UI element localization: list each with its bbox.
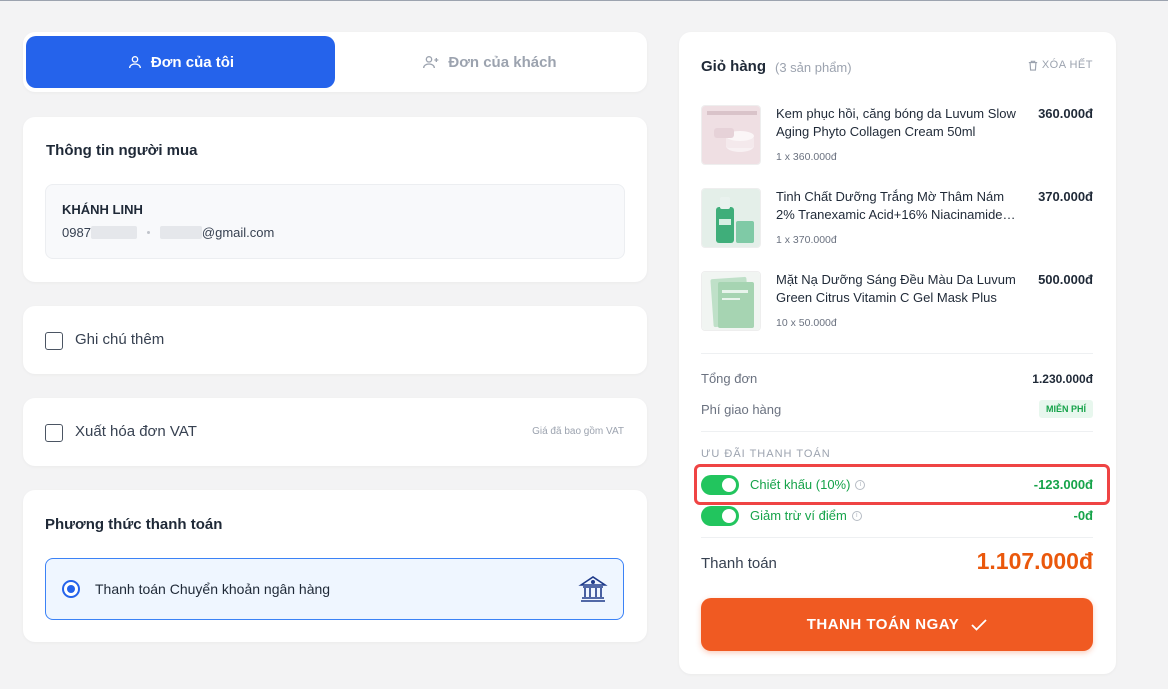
points-label-text: Giảm trừ ví điểm: [750, 508, 847, 523]
product-thumbnail: [701, 188, 761, 248]
cart-title: Giỏ hàng: [701, 58, 766, 75]
shipping-label: Phí giao hàng: [701, 402, 782, 417]
vat-card: Xuất hóa đơn VAT Giá đã bao gồm VAT: [23, 398, 647, 466]
buyer-info-card: Thông tin người mua KHÁNH LINH 0987 @gma…: [23, 117, 647, 282]
clear-all-button[interactable]: XÓA HẾT: [1028, 59, 1093, 71]
clear-all-label: XÓA HẾT: [1041, 59, 1093, 71]
payment-method-card: Phương thức thanh toán Thanh toán Chuyển…: [23, 490, 647, 642]
payment-option-label: Thanh toán Chuyển khoản ngân hàng: [95, 581, 331, 597]
divider: [701, 537, 1093, 538]
tab-my-order[interactable]: Đơn của tôi: [26, 36, 335, 88]
cart-panel: Giỏ hàng (3 sản phẩm) XÓA HẾT Kem phục h…: [679, 32, 1116, 674]
vat-checkbox[interactable]: [45, 424, 63, 442]
total-value: 1.107.000đ: [976, 548, 1093, 574]
checkout-button[interactable]: THANH TOÁN NGAY: [701, 598, 1093, 651]
buyer-details: KHÁNH LINH 0987 @gmail.com: [45, 184, 625, 259]
total-label: Thanh toán: [701, 555, 777, 572]
product-thumbnail: [701, 271, 761, 331]
cart-count: (3 sản phẩm): [775, 60, 852, 75]
cart-item-name: Mặt Nạ Dưỡng Sáng Đều Màu Da Luvum Green…: [776, 272, 1016, 305]
order-type-tabs: Đơn của tôi Đơn của khách: [23, 32, 647, 92]
discount-highlight-box: [694, 464, 1110, 505]
cart-item: Tinh Chất Dưỡng Trắng Mờ Thâm Nám 2% Tra…: [701, 188, 1093, 258]
points-label: Giảm trừ ví điểm i: [750, 508, 862, 523]
points-value: -0đ: [1073, 508, 1094, 523]
cart-item-price: 360.000đ: [1038, 106, 1093, 121]
subtotal-label: Tổng đơn: [701, 371, 758, 386]
cart-item-name: Tinh Chất Dưỡng Trắng Mờ Thâm Nám 2% Tra…: [776, 189, 1005, 222]
buyer-email: @gmail.com: [201, 225, 275, 240]
tab-customer-order[interactable]: Đơn của khách: [335, 36, 644, 88]
phone-redacted: [90, 226, 137, 239]
buyer-name: KHÁNH LINH: [62, 202, 143, 217]
cart-item-price: 370.000đ: [1038, 189, 1093, 204]
product-thumbnail: [701, 105, 761, 165]
divider: [701, 431, 1093, 432]
email-redacted: [159, 226, 202, 239]
subtotal-value: 1.230.000đ: [1032, 372, 1093, 386]
cart-item-name: Kem phục hồi, căng bóng da Luvum Slow Ag…: [776, 106, 1016, 139]
note-label: Ghi chú thêm: [75, 331, 165, 348]
cart-item-qty: 1 x 360.000đ: [776, 151, 837, 163]
vat-hint: Giá đã bao gồm VAT: [532, 426, 624, 437]
note-checkbox[interactable]: [45, 332, 63, 350]
checkout-label: THANH TOÁN NGAY: [806, 616, 960, 633]
free-shipping-badge: MIỄN PHÍ: [1038, 400, 1093, 418]
tab-customer-order-label: Đơn của khách: [448, 53, 557, 71]
user-icon: [128, 56, 141, 69]
note-card: Ghi chú thêm: [23, 306, 647, 374]
buyer-info-title: Thông tin người mua: [46, 142, 198, 159]
points-toggle[interactable]: [701, 506, 739, 526]
cart-item-qty: 10 x 50.000đ: [776, 317, 837, 329]
tab-my-order-label: Đơn của tôi: [150, 53, 235, 71]
buyer-phone: 0987: [62, 225, 91, 240]
payment-promo-heading: ƯU ĐÃI THANH TOÁN: [701, 448, 831, 460]
top-border: [0, 0, 1168, 1]
payment-method-title: Phương thức thanh toán: [45, 516, 223, 533]
info-icon[interactable]: i: [851, 510, 862, 521]
separator-dot: [146, 231, 150, 234]
buyer-contact: 0987 @gmail.com: [62, 225, 274, 240]
cart-item: Kem phục hồi, căng bóng da Luvum Slow Ag…: [701, 105, 1093, 175]
cart-item: Mặt Nạ Dưỡng Sáng Đều Màu Da Luvum Green…: [701, 271, 1093, 341]
vat-label: Xuất hóa đơn VAT: [75, 423, 197, 440]
bank-icon: [578, 576, 608, 602]
trash-icon: [1028, 60, 1037, 71]
cart-item-qty: 1 x 370.000đ: [776, 234, 837, 246]
check-icon: [971, 618, 987, 631]
payment-option-bank-transfer[interactable]: Thanh toán Chuyển khoản ngân hàng: [45, 558, 624, 620]
user-plus-icon: [423, 56, 439, 69]
divider: [701, 353, 1093, 354]
cart-item-price: 500.000đ: [1038, 272, 1093, 287]
payment-radio[interactable]: [62, 580, 80, 598]
